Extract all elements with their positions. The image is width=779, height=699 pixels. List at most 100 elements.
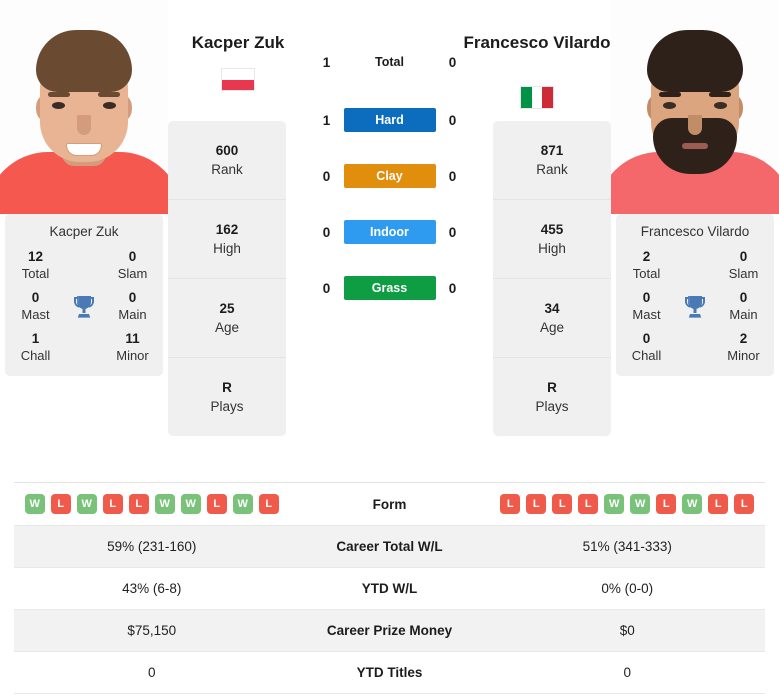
rank-box-rank: 871 Rank (493, 121, 611, 200)
table-row: 43% (6-8) YTD W/L 0% (0-0) (14, 568, 765, 610)
player-left-photo (0, 0, 168, 214)
player-right-titles-card: Francesco Vilardo 2 Total 0 Slam 0 Mast (616, 214, 774, 376)
rank-box-plays: R Plays (168, 358, 286, 436)
poland-flag-icon (221, 68, 255, 91)
titles-minor-left: 11 Minor (102, 331, 163, 364)
player-right-column: Francesco Vilardo 2 Total 0 Slam 0 Mast (611, 0, 779, 376)
row-label: YTD Titles (356, 665, 423, 680)
titles-slam-label: Slam (728, 266, 759, 281)
row-value-right: 0 (623, 665, 631, 680)
rank-label: Plays (210, 398, 244, 414)
player-right-rank-panel: 871 Rank 455 High 34 Age R Plays (493, 121, 611, 436)
titles-main-right: 0 Main (713, 290, 774, 323)
row-label: Career Total W/L (336, 539, 443, 554)
form-badge-win: W (604, 494, 625, 514)
comparison-stats-table: WLWLLWWLWL Form LLLLWWLWLL 59% (231-160)… (14, 482, 765, 694)
titles-slam-left: 0 Slam (102, 249, 163, 282)
form-badge-win: W (154, 494, 175, 514)
surface-left-count: 0 (322, 224, 331, 240)
titles-mast-value: 0 (642, 290, 651, 305)
row-value-right: 51% (341-333) (582, 539, 672, 554)
rank-label: High (213, 240, 241, 256)
titles-mast-left: 0 Mast (5, 290, 66, 323)
titles-total-label: Total (21, 266, 50, 281)
player-left-card-name: Kacper Zuk (49, 224, 119, 239)
rank-value: R (547, 379, 557, 395)
titles-total-right: 2 Total (616, 249, 677, 282)
rank-box-age: 25 Age (168, 279, 286, 358)
rank-value: 25 (219, 300, 235, 316)
form-badge-loss: L (552, 494, 573, 514)
form-badge-win: W (24, 494, 45, 514)
photo-eyebrow-right (709, 92, 731, 97)
titles-mast-label: Mast (632, 307, 661, 322)
rank-value: 34 (544, 300, 560, 316)
row-label-form: Form (372, 496, 407, 512)
titles-main-left: 0 Main (102, 290, 163, 323)
player-left-titles-grid: 12 Total 0 Slam 0 Mast 0 Main 1 Chall 11… (5, 249, 163, 364)
surface-left-count: 1 (322, 112, 331, 128)
titles-main-value: 0 (739, 290, 748, 305)
player-left-name[interactable]: Kacper Zuk (163, 30, 313, 55)
trophy-icon (66, 294, 102, 320)
titles-slam-value: 0 (739, 249, 748, 264)
titles-minor-label: Minor (116, 348, 149, 363)
surface-row-grass: 0 Grass 0 (316, 260, 464, 316)
titles-minor-value: 11 (125, 331, 140, 346)
form-badge-win: W (232, 494, 253, 514)
form-badge-loss: L (656, 494, 677, 514)
rank-box-high: 162 High (168, 200, 286, 279)
surface-left-count: 0 (322, 168, 331, 184)
table-row: 0 YTD Titles 0 (14, 652, 765, 694)
trophy-icon (677, 294, 713, 320)
form-badge-win: W (76, 494, 97, 514)
rank-value: 600 (215, 142, 239, 158)
form-badges-left: WLWLLWWLWL (14, 494, 290, 514)
form-badge-loss: L (526, 494, 547, 514)
titles-slam-value: 0 (128, 249, 137, 264)
form-badge-win: W (630, 494, 651, 514)
surface-left-count: 0 (322, 280, 331, 296)
rank-label: Rank (211, 161, 243, 177)
titles-total-value: 12 (27, 249, 44, 264)
player-right-photo (611, 0, 779, 214)
surface-right-count: 0 (448, 112, 457, 128)
surface-badge-grass[interactable]: Grass (343, 276, 436, 300)
form-badge-loss: L (708, 494, 729, 514)
form-right: LLLLWWLWLL (490, 494, 766, 514)
rank-value: 871 (540, 142, 564, 158)
player-left-titles-card: Kacper Zuk 12 Total 0 Slam 0 Mast 0 Main… (5, 214, 163, 376)
form-badge-loss: L (102, 494, 123, 514)
rank-label: Rank (536, 161, 568, 177)
italy-flag-icon (520, 86, 554, 109)
surface-badge-indoor[interactable]: Indoor (343, 220, 436, 244)
surface-row-indoor: 0 Indoor 0 (316, 204, 464, 260)
photo-mouth (66, 143, 102, 156)
surface-badge-hard[interactable]: Hard (343, 108, 436, 132)
player-left-rank-panel: 600 Rank 162 High 25 Age R Plays (168, 121, 286, 436)
surface-badge-clay[interactable]: Clay (343, 164, 436, 188)
row-value-right: $0 (619, 623, 635, 638)
surface-row-hard: 1 Hard 0 (316, 92, 464, 148)
titles-slam-right: 0 Slam (713, 249, 774, 282)
surface-right-count: 0 (448, 280, 457, 296)
form-badge-loss: L (50, 494, 71, 514)
surface-list: 1 Total 0 1 Hard 0 0 Clay 0 0 Indoor 0 0 (316, 32, 464, 316)
photo-hair (647, 30, 743, 92)
titles-total-left: 12 Total (5, 249, 66, 282)
rank-label: Plays (535, 398, 569, 414)
rank-value: 162 (215, 221, 239, 237)
rank-box-high: 455 High (493, 200, 611, 279)
titles-chall-left: 1 Chall (5, 331, 66, 364)
row-value-left: 59% (231-160) (107, 539, 197, 554)
rank-value: 455 (540, 221, 564, 237)
row-value-left: $75,150 (127, 623, 177, 638)
photo-mouth (682, 143, 708, 149)
rank-box-rank: 600 Rank (168, 121, 286, 200)
titles-total-value: 2 (642, 249, 651, 264)
player-right-name[interactable]: Francesco Vilardo (462, 30, 612, 55)
row-label: YTD W/L (361, 581, 418, 596)
row-label: Career Prize Money (326, 623, 453, 638)
titles-slam-label: Slam (117, 266, 148, 281)
player-comparison-header: Kacper Zuk 12 Total 0 Slam 0 Mast 0 Main… (0, 0, 779, 470)
